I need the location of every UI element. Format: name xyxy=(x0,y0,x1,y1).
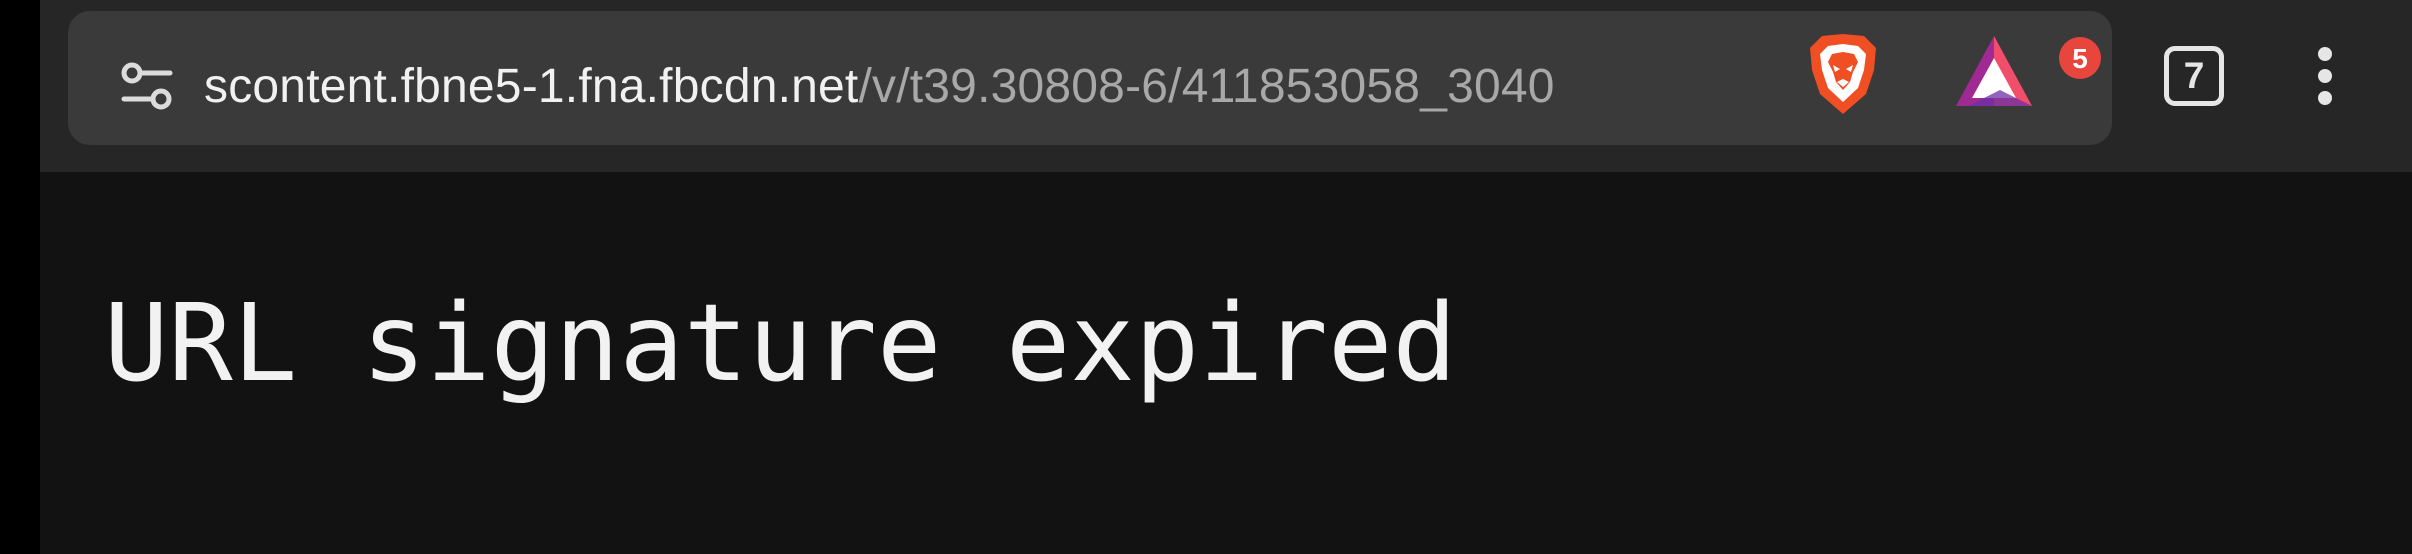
notification-badge: 5 xyxy=(2059,37,2101,79)
vertical-dots-icon[interactable] xyxy=(2310,46,2340,106)
tab-switcher-button[interactable]: 7 xyxy=(2164,46,2224,106)
brave-shields-icon[interactable] xyxy=(1806,32,1880,116)
site-settings-icon[interactable] xyxy=(120,59,174,113)
url-path: /v/t39.30808-6/411853058_3040 xyxy=(858,60,1555,113)
page-content: URL signature expired xyxy=(40,172,2412,554)
url-host: scontent.fbne5-1.fna.fbcdn.net xyxy=(204,60,859,113)
screen-edge xyxy=(0,0,40,554)
browser-screen: scontent.fbne5-1.fna.fbcdn.net/v/t39.308… xyxy=(0,0,2412,554)
url-text[interactable]: scontent.fbne5-1.fna.fbcdn.net/v/t39.308… xyxy=(204,49,1832,125)
brave-rewards-icon[interactable] xyxy=(1948,28,2058,118)
error-message: URL signature expired xyxy=(104,282,1457,406)
badge-count: 5 xyxy=(2072,43,2088,74)
browser-toolbar: scontent.fbne5-1.fna.fbcdn.net/v/t39.308… xyxy=(40,0,2412,172)
